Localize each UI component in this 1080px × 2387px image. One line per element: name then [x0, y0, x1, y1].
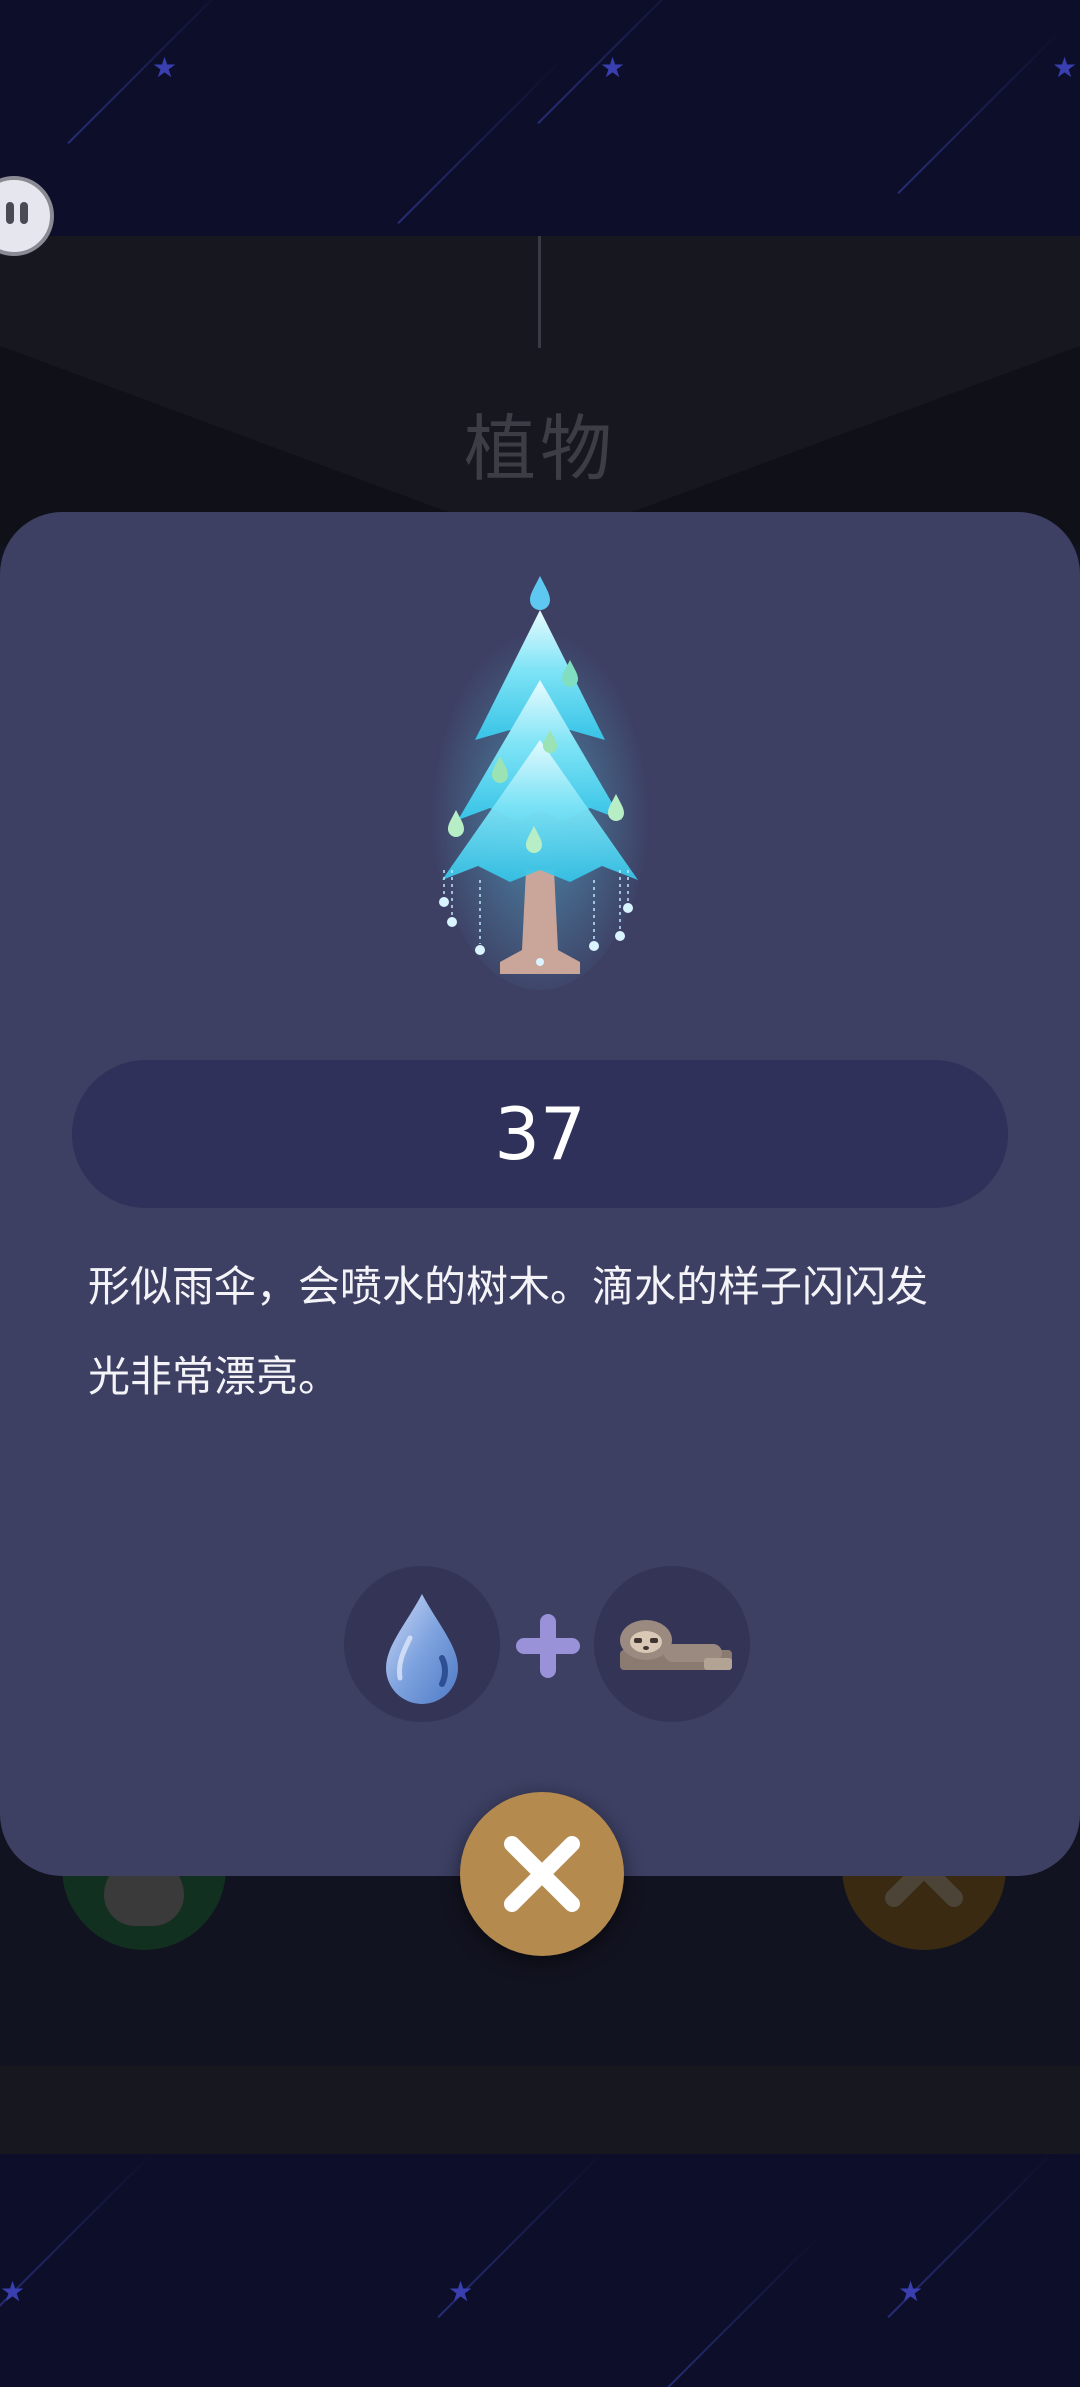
star-icon: ★: [600, 51, 626, 84]
plant-description: 形似雨伞，会喷水的树木。滴水的样子闪闪发 光非常漂亮。: [88, 1242, 1008, 1422]
star-icon: ★: [1052, 51, 1078, 84]
plant-count: 37: [494, 1092, 586, 1176]
star-icon: ★: [152, 51, 178, 84]
ingredient-sloth: [594, 1566, 750, 1722]
description-line: 形似雨伞，会喷水的树木。滴水的样子闪闪发: [88, 1262, 929, 1311]
sloth-icon: [620, 1620, 732, 1670]
umbrella-tree-icon: [430, 576, 650, 990]
star-icon: ★: [0, 2275, 26, 2308]
description-line: 光非常漂亮。: [88, 1352, 341, 1401]
close-icon: [504, 1836, 580, 1912]
page-title: 植物: [463, 407, 616, 491]
ingredient-water: [344, 1566, 500, 1722]
pause-icon: [6, 202, 14, 224]
star-icon: ★: [448, 2275, 474, 2308]
starry-background-bottom: ★ ★ ★: [0, 2154, 1080, 2387]
title-divider: [538, 236, 541, 348]
bottom-bar-shadow: [0, 2066, 1080, 2154]
close-button[interactable]: [460, 1792, 624, 1956]
star-icon: ★: [898, 2275, 924, 2308]
starry-background-top: ★ ★ ★: [0, 0, 1080, 236]
water-drop-icon: [386, 1594, 458, 1704]
